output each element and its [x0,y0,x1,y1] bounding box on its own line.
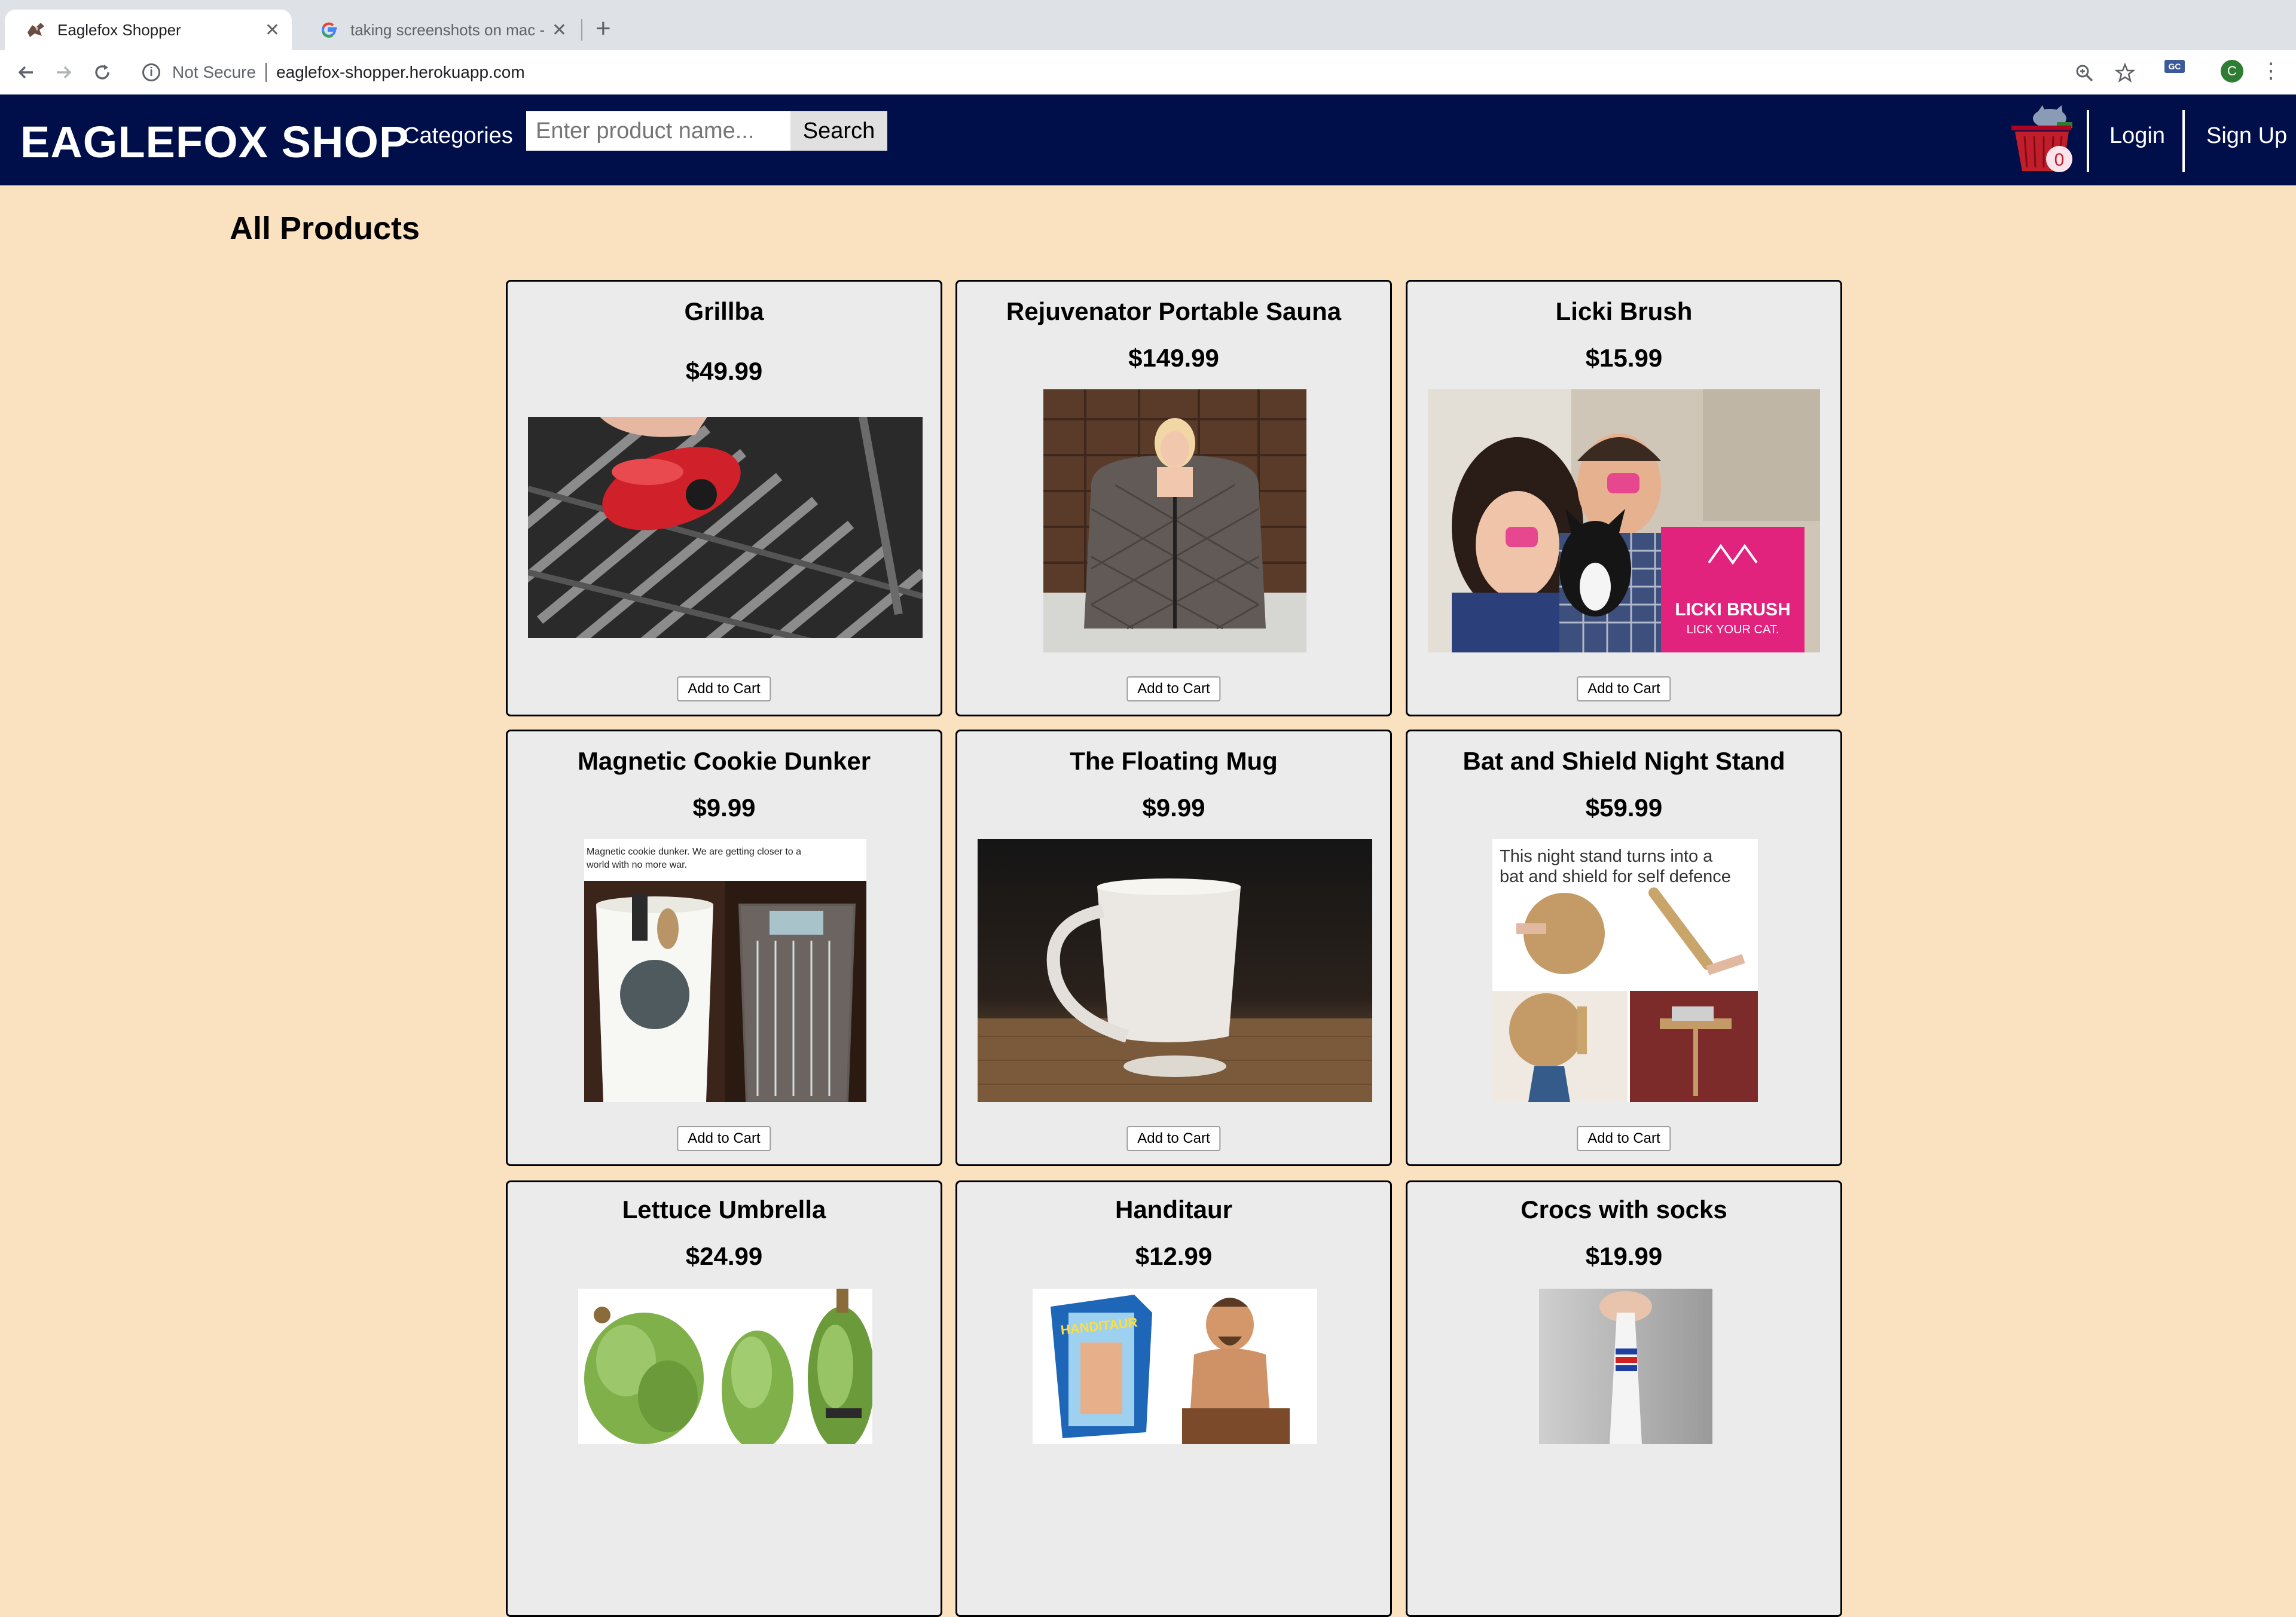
product-name[interactable]: Handitaur [957,1194,1390,1225]
product-card: Magnetic Cookie Dunker $9.99 Magnetic co… [506,730,942,1166]
product-name[interactable]: Lettuce Umbrella [508,1194,941,1225]
product-name[interactable]: Licki Brush [1407,296,1840,327]
product-image-sauna[interactable] [1043,389,1306,652]
licki-brush-image-text: LICKI BRUSH [1675,600,1790,620]
product-image-floating-mug[interactable] [978,839,1372,1102]
categories-link[interactable]: Categories [403,121,513,151]
tab-title: Eaglefox Shopper [57,20,181,39]
browser-menu-icon[interactable]: ⋮ [2260,59,2282,83]
browser-tab-google[interactable]: taking screenshots on mac - G ✕ [298,10,579,50]
product-card: Handitaur $12.99 HANDITAUR [955,1180,1392,1617]
product-price: $149.99 [1128,344,1219,372]
product-name[interactable]: Magnetic Cookie Dunker [508,746,941,777]
signup-link[interactable]: Sign Up [2206,121,2287,151]
search-button[interactable]: Search [790,111,887,151]
product-card: The Floating Mug $9.99 Add to Cart [955,730,1392,1166]
product-name[interactable]: Grillba [508,296,941,327]
add-to-cart-button[interactable]: Add to Cart [1577,1126,1671,1151]
browser-tab-eaglefox[interactable]: Eaglefox Shopper ✕ [5,10,292,50]
cart-count: 0 [2054,150,2065,170]
tab-close-icon[interactable]: ✕ [265,20,280,41]
forward-arrow-icon[interactable] [50,59,78,86]
header-divider [2087,110,2089,172]
browser-tab-strip: Eaglefox Shopper ✕ taking screenshots on… [0,0,2296,50]
product-price: $15.99 [1585,344,1663,372]
night-stand-caption-1: This night stand turns into a [1500,847,1713,866]
product-image-grillba[interactable] [528,417,923,638]
product-card: Lettuce Umbrella $24.99 [506,1180,942,1617]
product-image-night-stand[interactable]: This night stand turns into a bat and sh… [1492,839,1758,1102]
site-header: EAGLEFOX SHOP Categories Search 0 Login … [0,94,2296,185]
google-favicon-icon [322,22,337,38]
add-to-cart-button[interactable]: Add to Cart [1126,1126,1221,1151]
add-to-cart-button[interactable]: Add to Cart [1577,676,1671,701]
product-price: $9.99 [692,794,756,822]
site-logo[interactable]: EAGLEFOX SHOP [20,118,409,166]
tab-title: taking screenshots on mac - G [350,20,545,39]
profile-avatar[interactable]: C [2221,60,2243,83]
product-card: Bat and Shield Night Stand $59.99 This n… [1406,730,1842,1166]
product-image-licki-brush[interactable]: LICKI BRUSH LICK YOUR CAT. [1428,389,1820,652]
back-arrow-icon[interactable] [12,59,39,86]
zoom-icon[interactable] [2074,62,2095,84]
security-label: Not Secure [172,63,257,81]
product-card: Rejuvenator Portable Sauna $149.99 Add t… [955,280,1392,716]
product-name[interactable]: Rejuvenator Portable Sauna [957,296,1390,327]
cookie-dunker-caption-2: world with no more war. [586,860,687,870]
tab-close-icon[interactable]: ✕ [552,20,567,41]
eaglefox-favicon-icon [28,23,44,37]
product-price: $49.99 [685,357,763,385]
add-to-cart-button[interactable]: Add to Cart [677,1126,771,1151]
product-price: $19.99 [1585,1242,1663,1270]
product-image-crocs[interactable] [1539,1289,1712,1444]
address-bar[interactable]: i Not Secure eaglefox-shopper.herokuapp.… [134,57,2296,87]
night-stand-caption-2: bat and shield for self defence [1500,867,1731,886]
product-image-cookie-dunker[interactable]: Magnetic cookie dunker. We are getting c… [584,839,866,1102]
licki-brush-image-subtext: LICK YOUR CAT. [1687,623,1779,636]
product-card: Licki Brush $15.99 LICKI BRUSH LICK YOUR… [1406,280,1842,716]
product-name[interactable]: Crocs with socks [1407,1194,1840,1225]
product-name[interactable]: Bat and Shield Night Stand [1407,746,1840,777]
product-image-handitaur[interactable]: HANDITAUR [1033,1289,1317,1444]
product-card: Crocs with socks $19.99 [1406,1180,1842,1617]
add-to-cart-button[interactable]: Add to Cart [677,676,771,701]
cookie-dunker-caption-1: Magnetic cookie dunker. We are getting c… [587,847,801,857]
add-to-cart-button[interactable]: Add to Cart [1126,676,1221,701]
omnibox-divider [265,63,267,82]
url-text[interactable]: eaglefox-shopper.herokuapp.com [276,63,525,82]
new-tab-icon[interactable]: + [596,13,611,44]
product-price: $24.99 [685,1242,763,1270]
search-input[interactable] [526,111,790,151]
product-price: $9.99 [1142,794,1205,822]
product-price: $59.99 [1585,794,1663,822]
login-link[interactable]: Login [2109,121,2165,151]
product-image-lettuce-umbrella[interactable] [578,1289,872,1444]
info-icon[interactable]: i [142,63,160,81]
reload-icon[interactable] [88,59,116,86]
product-name[interactable]: The Floating Mug [957,746,1390,777]
page-title: All Products [230,210,420,246]
extension-icon[interactable]: GC [2164,60,2185,73]
header-divider [2182,110,2185,172]
browser-toolbar: i Not Secure eaglefox-shopper.herokuapp.… [0,50,2296,96]
cart-icon[interactable]: 0 [2007,105,2084,177]
product-card: Grillba $49.99 Add to Cart [506,280,942,716]
tab-divider [581,19,582,41]
product-price: $12.99 [1135,1242,1213,1270]
bookmark-star-icon[interactable] [2114,62,2136,84]
